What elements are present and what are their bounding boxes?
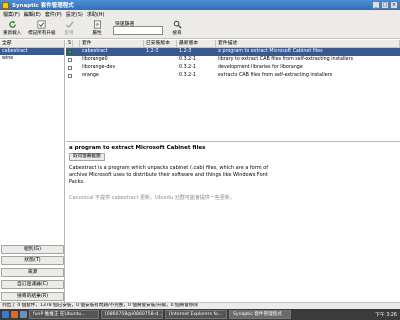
- filter-panel: 全部 cabextract wine 組別(G) 狀態(T) 來源 自訂過濾器(…: [0, 40, 65, 302]
- menu-settings[interactable]: 設定(S): [66, 11, 83, 18]
- package-name: orange: [82, 73, 99, 78]
- package-name: cabextract: [82, 49, 108, 54]
- mark-all-label: 標記所有升級: [28, 31, 56, 36]
- search-icon: [172, 20, 182, 29]
- apply-icon: [64, 20, 74, 29]
- taskbar-task-active[interactable]: Synaptic 套件管理程式: [229, 310, 291, 319]
- package-name: liborange0: [82, 57, 108, 62]
- column-support[interactable]: [73, 40, 80, 47]
- package-description: extracts CAB files from self-extracting …: [218, 73, 333, 78]
- title-bar: Synaptic 套件管理程式 _ □ ×: [0, 0, 400, 10]
- menu-bar: 檔案(F) 編輯(E) 套件(P) 設定(S) 求助(H): [0, 10, 400, 19]
- toolbar: 重新載入 標記所有升級 套用 屬性 搜尋: [0, 19, 400, 39]
- column-description[interactable]: 套件描述: [216, 40, 400, 47]
- synaptic-app-icon: [2, 1, 9, 9]
- installed-version: [144, 64, 177, 72]
- minimize-button[interactable]: _: [372, 1, 380, 9]
- description-body: Cabextract is a program which unpacks ca…: [69, 165, 268, 185]
- taskbar-task[interactable]: funP 推推王 在Ubuntu...: [29, 310, 99, 319]
- taskbar: funP 推推王 在Ubuntu... [0860758@i0860758-d.…: [0, 309, 400, 320]
- taskbar-task[interactable]: [Internet Explorers fo...: [165, 310, 227, 319]
- get-screenshot-button[interactable]: 取得螢幕截圖: [69, 153, 105, 161]
- search-results-button[interactable]: 搜尋的結果(R): [1, 292, 64, 301]
- description-pane: a program to extract Microsoft Cabinet f…: [66, 142, 400, 302]
- support-icon: [73, 64, 80, 72]
- close-button[interactable]: ×: [390, 1, 398, 9]
- table-row[interactable]: liborange0 0.3.2-1 library to extract CA…: [66, 56, 400, 64]
- install-checkbox[interactable]: [68, 74, 72, 78]
- clock[interactable]: 下午 3:26: [375, 311, 397, 318]
- table-row[interactable]: cabextract 1.2-3 1.2-3 a program to extr…: [66, 48, 400, 56]
- properties-icon: [92, 20, 102, 29]
- installed-version: [144, 56, 177, 64]
- package-description: a program to extract Microsoft Cabinet f…: [218, 49, 323, 54]
- support-note: Canonical 不提供 cabextract 更新。Ubuntu 社群可能會…: [69, 195, 235, 201]
- column-package[interactable]: 套件: [80, 40, 144, 47]
- apply-button[interactable]: 套用: [64, 20, 74, 36]
- description-title: a program to extract Microsoft Cabinet f…: [69, 145, 206, 151]
- sections-button[interactable]: 組別(G): [1, 245, 64, 254]
- install-checkbox[interactable]: [68, 66, 72, 70]
- reload-icon: [7, 20, 17, 29]
- apply-label: 套用: [64, 31, 74, 36]
- firefox-icon[interactable]: [11, 311, 18, 318]
- latest-version: 0.3.2-1: [179, 57, 196, 62]
- origin-button[interactable]: 來源: [1, 268, 64, 277]
- quick-filter-input[interactable]: [113, 26, 163, 35]
- mark-all-upgrades-button[interactable]: 標記所有升級: [28, 20, 56, 36]
- filter-item-cabextract[interactable]: cabextract: [0, 48, 64, 55]
- install-checkbox[interactable]: [68, 58, 72, 62]
- package-name: liborange-dev: [82, 65, 116, 70]
- status-button[interactable]: 狀態(T): [1, 256, 64, 265]
- menu-help[interactable]: 求助(H): [87, 11, 105, 18]
- installed-checkbox[interactable]: [68, 50, 72, 54]
- menu-package[interactable]: 套件(P): [45, 11, 62, 18]
- properties-label: 屬性: [92, 31, 102, 36]
- window-title: Synaptic 套件管理程式: [12, 3, 74, 9]
- column-latest-version[interactable]: 最新版本: [177, 40, 216, 47]
- table-row[interactable]: liborange-dev 0.3.2-1 development librar…: [66, 64, 400, 72]
- search-label: 搜尋: [172, 31, 182, 36]
- installed-version: 1.2-3: [146, 49, 159, 54]
- menu-edit[interactable]: 編輯(E): [24, 11, 41, 18]
- window-controls: _ □ ×: [372, 1, 398, 9]
- filter-header[interactable]: 全部: [0, 40, 64, 48]
- installed-version: [144, 72, 177, 80]
- properties-button[interactable]: 屬性: [92, 20, 102, 36]
- package-description: development libraries for liborange: [218, 65, 303, 70]
- status-bar: 列出了 4 個套件，1378 個已安裝，0 個安裝有問題/不完整，0 個將會安裝…: [0, 302, 400, 309]
- column-status[interactable]: S: [66, 40, 73, 47]
- column-installed-version[interactable]: 已安裝版本: [144, 40, 177, 47]
- filter-item-wine[interactable]: wine: [0, 55, 64, 62]
- latest-version: 0.3.2-1: [179, 65, 196, 70]
- latest-version: 0.3.2-1: [179, 73, 196, 78]
- table-row[interactable]: orange 0.3.2-1 extracts CAB files from s…: [66, 72, 400, 80]
- taskbar-task[interactable]: [0860758@i0860758-d...: [101, 310, 163, 319]
- launcher-icon[interactable]: [20, 311, 27, 318]
- mark-all-icon: [37, 20, 47, 29]
- support-icon: [73, 48, 80, 56]
- support-icon: [73, 72, 80, 80]
- custom-filters-button[interactable]: 自訂過濾器(C): [1, 280, 64, 289]
- support-icon: [73, 56, 80, 64]
- menu-file[interactable]: 檔案(F): [3, 11, 20, 18]
- maximize-button[interactable]: □: [381, 1, 389, 9]
- search-button[interactable]: 搜尋: [172, 20, 182, 36]
- reload-button[interactable]: 重新載入: [3, 20, 21, 36]
- package-description: library to extract CAB files from self-e…: [218, 57, 353, 62]
- table-header: S 套件 已安裝版本 最新版本 套件描述: [66, 40, 400, 48]
- latest-version: 1.2-3: [179, 49, 192, 54]
- start-menu-icon[interactable]: [2, 311, 9, 318]
- package-table: S 套件 已安裝版本 最新版本 套件描述 cabextract 1.2-3 1.…: [66, 40, 400, 142]
- reload-label: 重新載入: [3, 31, 22, 36]
